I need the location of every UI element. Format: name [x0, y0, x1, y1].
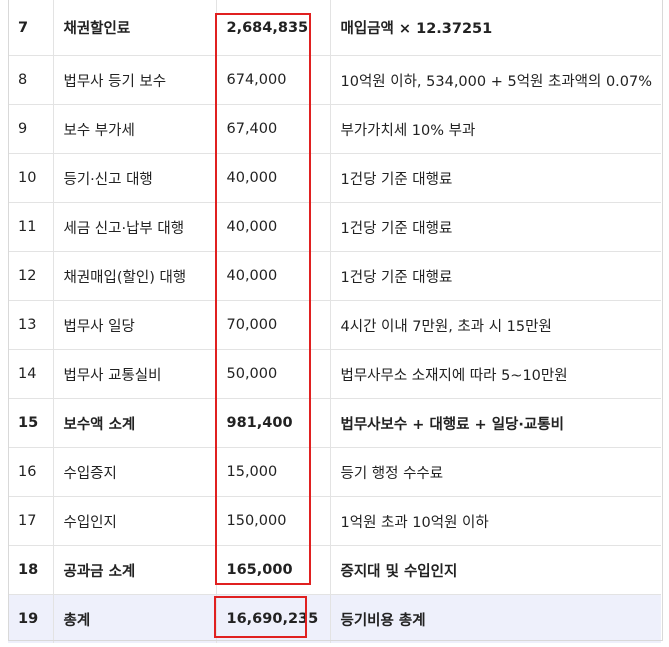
- table-frame: [8, 0, 663, 641]
